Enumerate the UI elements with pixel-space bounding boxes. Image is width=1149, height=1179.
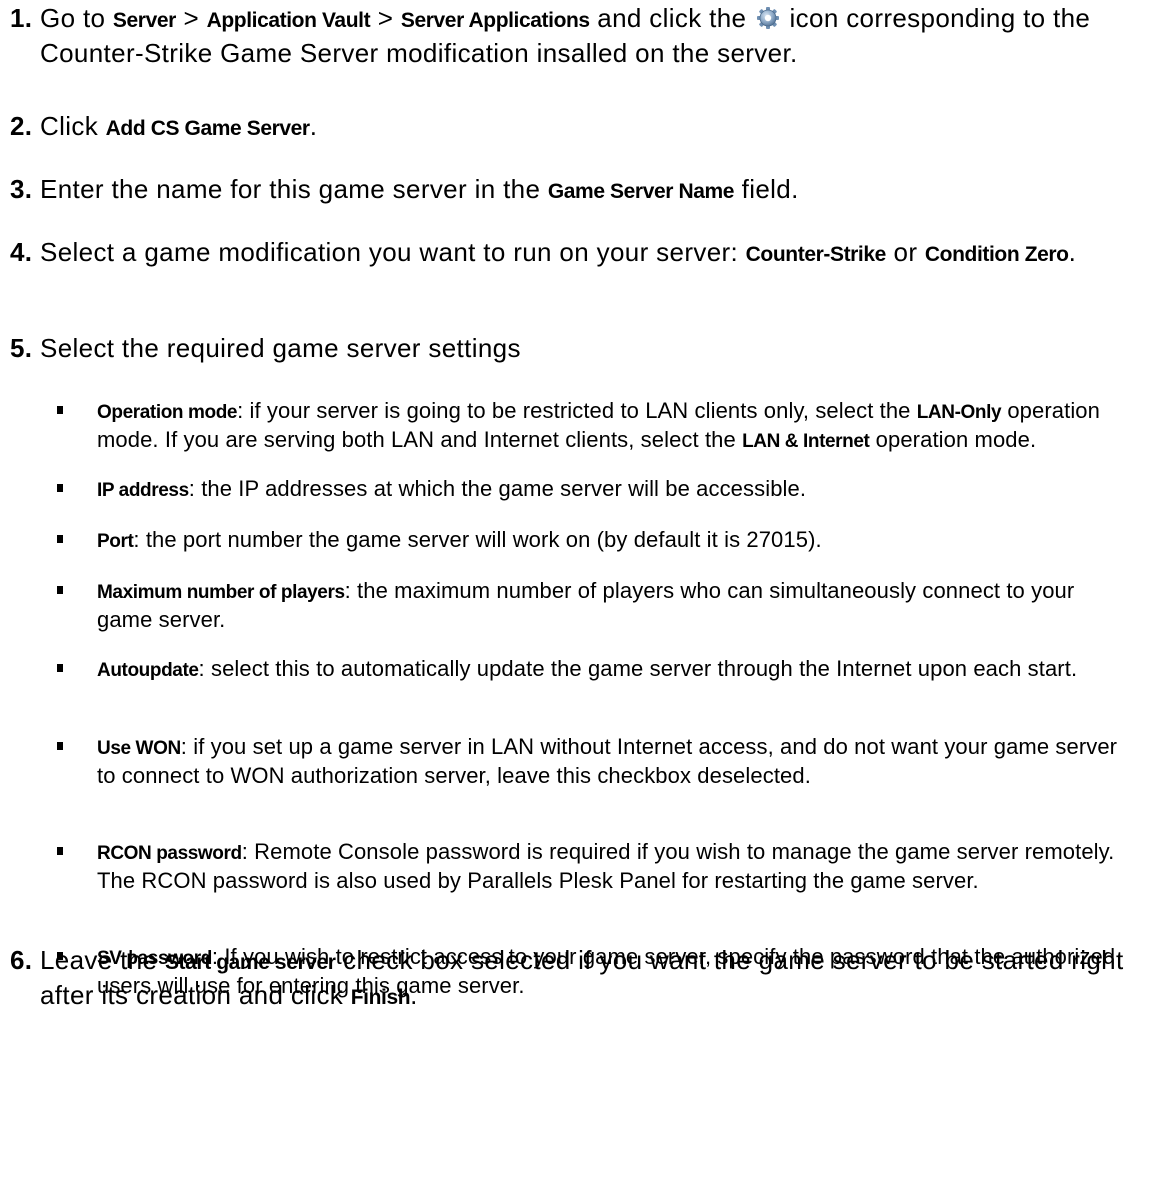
step-text: Click Add CS Game Server. <box>40 110 1149 145</box>
text-run: Enter the name for this game server in t… <box>40 174 548 204</box>
ui-label: LAN & Internet <box>742 431 870 452</box>
step-item: 3. Enter the name for this game server in… <box>0 173 1149 208</box>
step-text: Leave the Start game server check box se… <box>40 944 1149 1014</box>
step-text: Select a game modification you want to r… <box>40 236 1149 271</box>
text-run: and click the <box>589 3 754 33</box>
text-run: . <box>309 111 318 141</box>
ui-label: Port <box>97 531 134 552</box>
ui-label: Condition Zero <box>924 243 1069 266</box>
bullet-marker <box>57 664 63 672</box>
step-number: 5. <box>10 333 33 363</box>
step-number: 4. <box>10 237 33 267</box>
ui-label: Start game server <box>164 951 336 974</box>
step-item: 4. Select a game modification you want to… <box>0 236 1149 271</box>
setting-bullet-item: RCON password: Remote Console password i… <box>0 838 1137 894</box>
bullet-text: Autoupdate: select this to automatically… <box>97 655 1123 684</box>
step-text: Enter the name for this game server in t… <box>40 173 1149 208</box>
ui-label: Use WON <box>97 738 181 759</box>
step-number: 3. <box>10 174 33 204</box>
bullet-marker <box>57 484 63 492</box>
text-run: . <box>1068 237 1077 267</box>
text-run: Select a game modification you want to r… <box>40 237 746 267</box>
step-number: 2. <box>10 111 33 141</box>
text-run: : select this to automatically update th… <box>198 656 1078 681</box>
step-item: 2. Click Add CS Game Server. <box>0 110 1149 145</box>
ui-label: Application Vault <box>206 9 371 32</box>
ui-label: Add CS Game Server <box>105 117 310 140</box>
text-run: : Remote Console password is required if… <box>97 839 1115 893</box>
ui-label: Autoupdate <box>97 660 199 681</box>
bullet-text: Maximum number of players: the maximum n… <box>97 577 1123 633</box>
bullet-text: Use WON: if you set up a game server in … <box>97 733 1123 789</box>
ui-label: RCON password <box>97 843 242 864</box>
ui-label: Counter-Strike <box>745 243 887 266</box>
ui-label: Maximum number of players <box>97 582 345 603</box>
bullet-text: RCON password: Remote Console password i… <box>97 838 1123 894</box>
text-run: Leave the <box>40 945 165 975</box>
ui-label: Game Server Name <box>547 180 735 203</box>
bullet-marker <box>57 586 63 594</box>
step-item: 5. Select the required game server settin… <box>0 332 1149 364</box>
ui-label: Operation mode <box>97 402 238 423</box>
text-run: > <box>175 3 207 33</box>
step-text: Go to Server > Application Vault > Serve… <box>40 2 1149 69</box>
gear-icon <box>756 7 779 29</box>
ui-label: LAN-Only <box>916 402 1002 423</box>
text-run: or <box>885 237 925 267</box>
step-item: 6. Leave the Start game server check box … <box>0 944 1149 1014</box>
bullet-marker <box>57 535 63 543</box>
ui-label: Server Applications <box>400 9 590 32</box>
text-run: : the IP addresses at which the game ser… <box>188 476 807 501</box>
text-run: Select the required game server settings <box>40 333 521 363</box>
ui-label: IP address <box>97 480 189 501</box>
bullet-text: Operation mode: if your server is going … <box>97 397 1123 455</box>
setting-bullet-item: Autoupdate: select this to automatically… <box>0 655 1137 684</box>
setting-bullet-item: Use WON: if you set up a game server in … <box>0 733 1137 789</box>
text-run: . <box>410 980 418 1010</box>
step-number: 6. <box>10 945 33 975</box>
setting-bullet-item: Port: the port number the game server wi… <box>0 526 1137 555</box>
bullet-marker <box>57 742 63 750</box>
text-run: field. <box>734 174 799 204</box>
text-run: > <box>370 3 401 33</box>
bullet-text: Port: the port number the game server wi… <box>97 526 1123 555</box>
step-text: Select the required game server settings <box>40 332 1149 364</box>
text-run: Go to <box>40 3 113 33</box>
bullet-marker <box>57 406 63 414</box>
step-number: 1. <box>10 3 33 33</box>
setting-bullet-item: IP address: the IP addresses at which th… <box>0 475 1137 504</box>
text-run: Click <box>40 111 106 141</box>
ui-label: Server <box>112 9 176 32</box>
ui-label: Finish <box>350 986 411 1009</box>
text-run: : the port number the game server will w… <box>133 527 822 552</box>
text-run: : if your server is going to be restrict… <box>237 398 917 423</box>
text-run: operation mode. <box>869 427 1037 452</box>
step-item: 1. Go to Server > Application Vault > Ser… <box>0 2 1149 69</box>
bullet-text: IP address: the IP addresses at which th… <box>97 475 1123 504</box>
text-run: : if you set up a game server in LAN wit… <box>97 734 1118 788</box>
setting-bullet-item: Maximum number of players: the maximum n… <box>0 577 1137 633</box>
bullet-marker <box>57 847 63 855</box>
setting-bullet-item: Operation mode: if your server is going … <box>0 397 1137 455</box>
